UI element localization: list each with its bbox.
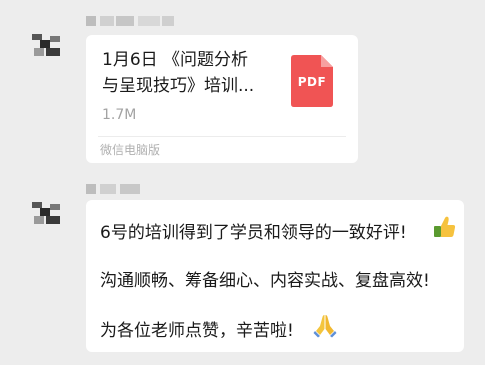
message-line: 为各位老师点赞，辛苦啦! [100,321,294,341]
sender-name [86,184,146,194]
divider [98,136,346,137]
thumbs-up-icon [431,214,457,244]
pdf-label: PDF [297,75,327,89]
file-size: 1.7M [102,107,137,123]
sender-name [86,16,176,26]
message-line: 6号的培训得到了学员和领导的一致好评! [100,223,407,243]
folded-hands-icon [312,312,338,342]
file-title: 1月6日 《问题分析 与呈现技巧》培训... [102,50,255,96]
avatar[interactable] [28,26,66,64]
text-message-card[interactable]: 6号的培训得到了学员和领导的一致好评! 沟通顺畅、筹备细心、内容实战、复盘高效!… [86,200,464,352]
file-source: 微信电脑版 [100,143,161,157]
message-line: 沟通顺畅、筹备细心、内容实战、复盘高效! [100,271,430,291]
pdf-file-icon: PDF [291,55,333,107]
file-message-card[interactable]: 1月6日 《问题分析 与呈现技巧》培训... 1.7M PDF 微信电脑版 [86,35,358,163]
avatar[interactable] [28,194,66,232]
